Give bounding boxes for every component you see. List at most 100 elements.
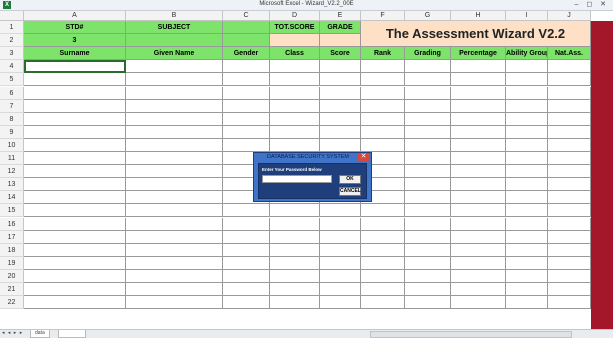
cell[interactable] (361, 73, 405, 87)
cell[interactable] (24, 99, 126, 113)
column-title-gender[interactable]: Gender (223, 47, 270, 61)
cell[interactable] (223, 138, 270, 152)
row-header-15[interactable]: 15 (0, 204, 24, 218)
cell[interactable] (506, 86, 548, 100)
active-cell-A4[interactable] (24, 60, 126, 74)
column-header-F[interactable]: F (361, 11, 405, 21)
cell[interactable] (361, 204, 405, 218)
cell[interactable] (451, 296, 506, 310)
cell[interactable] (405, 165, 451, 179)
cell[interactable] (548, 217, 591, 231)
cell[interactable] (320, 86, 361, 100)
cell[interactable] (506, 178, 548, 192)
password-input[interactable] (262, 175, 332, 183)
cell[interactable] (223, 86, 270, 100)
cell[interactable] (548, 283, 591, 297)
cell[interactable] (270, 125, 320, 139)
cell[interactable] (320, 243, 361, 257)
column-title-class[interactable]: Class (270, 47, 320, 61)
cell[interactable] (24, 125, 126, 139)
row-header-1[interactable]: 1 (0, 21, 24, 35)
cell[interactable] (126, 60, 223, 74)
cell[interactable] (320, 256, 361, 270)
std-number-value[interactable]: 3 (24, 34, 126, 48)
cell[interactable] (548, 152, 591, 166)
cell[interactable] (506, 60, 548, 74)
cell[interactable] (451, 165, 506, 179)
cell[interactable] (451, 230, 506, 244)
cell[interactable] (451, 152, 506, 166)
cell-c2[interactable] (223, 34, 270, 48)
cell[interactable] (320, 230, 361, 244)
cell[interactable] (506, 112, 548, 126)
cell[interactable] (126, 99, 223, 113)
cell[interactable] (270, 204, 320, 218)
column-title-nat-ass[interactable]: Nat.Ass. (548, 47, 591, 61)
cell[interactable] (24, 138, 126, 152)
cell[interactable] (405, 99, 451, 113)
row-header-6[interactable]: 6 (0, 86, 24, 100)
cell[interactable] (548, 138, 591, 152)
cell[interactable] (24, 152, 126, 166)
cell[interactable] (320, 283, 361, 297)
total-score-label[interactable]: TOT.SCORE (270, 21, 320, 35)
row-header-11[interactable]: 11 (0, 152, 24, 166)
cell[interactable] (405, 60, 451, 74)
cell[interactable] (506, 191, 548, 205)
cell[interactable] (361, 125, 405, 139)
column-title-rank[interactable]: Rank (361, 47, 405, 61)
cell[interactable] (126, 191, 223, 205)
cell[interactable] (320, 269, 361, 283)
cell[interactable] (320, 125, 361, 139)
cell[interactable] (548, 243, 591, 257)
cell[interactable] (24, 269, 126, 283)
cell[interactable] (405, 112, 451, 126)
cell[interactable] (270, 283, 320, 297)
column-header-H[interactable]: H (451, 11, 506, 21)
cell[interactable] (405, 86, 451, 100)
cell[interactable] (506, 99, 548, 113)
cell[interactable] (405, 178, 451, 192)
cell[interactable] (548, 73, 591, 87)
row-header-14[interactable]: 14 (0, 191, 24, 205)
cell[interactable] (126, 269, 223, 283)
cell[interactable] (405, 217, 451, 231)
cell[interactable] (126, 230, 223, 244)
cell[interactable] (506, 152, 548, 166)
cell[interactable] (506, 165, 548, 179)
cell[interactable] (361, 230, 405, 244)
cell[interactable] (548, 204, 591, 218)
cell[interactable] (270, 256, 320, 270)
cell[interactable] (223, 99, 270, 113)
cell[interactable] (451, 112, 506, 126)
cell[interactable] (223, 217, 270, 231)
cell[interactable] (548, 99, 591, 113)
cell[interactable] (126, 296, 223, 310)
cell[interactable] (223, 230, 270, 244)
cell[interactable] (24, 86, 126, 100)
cancel-button[interactable]: CANCEL (339, 187, 361, 196)
total-score-value[interactable] (270, 34, 320, 48)
cell[interactable] (126, 165, 223, 179)
cell[interactable] (24, 243, 126, 257)
cell[interactable] (405, 204, 451, 218)
cell[interactable] (451, 178, 506, 192)
cell[interactable] (405, 152, 451, 166)
cell[interactable] (320, 296, 361, 310)
cell[interactable] (506, 243, 548, 257)
cell[interactable] (361, 256, 405, 270)
cell[interactable] (451, 217, 506, 231)
cell[interactable] (24, 217, 126, 231)
cell[interactable] (548, 191, 591, 205)
cell[interactable] (24, 178, 126, 192)
cell[interactable] (361, 138, 405, 152)
cell[interactable] (451, 99, 506, 113)
row-header-12[interactable]: 12 (0, 165, 24, 179)
row-header-18[interactable]: 18 (0, 243, 24, 257)
cell[interactable] (223, 204, 270, 218)
cell[interactable] (320, 73, 361, 87)
cell[interactable] (506, 138, 548, 152)
cell[interactable] (451, 256, 506, 270)
row-header-9[interactable]: 9 (0, 125, 24, 139)
cell[interactable] (126, 256, 223, 270)
